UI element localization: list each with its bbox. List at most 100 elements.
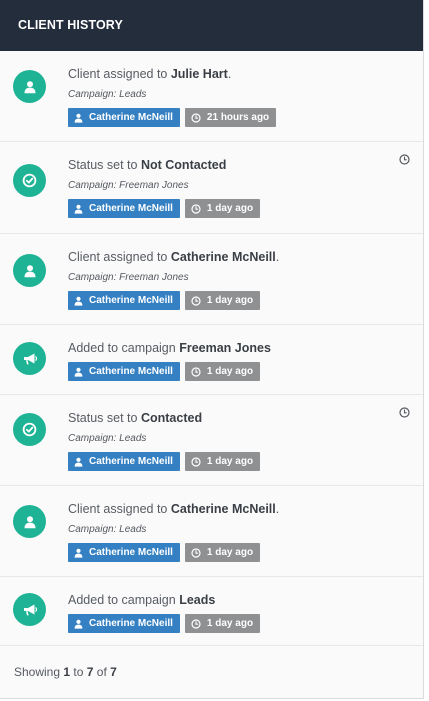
time-badge: 1 day ago xyxy=(184,362,261,381)
user-icon xyxy=(74,296,83,306)
time-badge: 1 day ago xyxy=(184,199,261,218)
history-item-title: Added to campaign Freeman Jones xyxy=(68,340,423,356)
history-item-title: Status set to Contacted xyxy=(68,410,423,426)
title-bold: Catherine McNeill xyxy=(170,502,276,516)
history-item: Client assigned to Catherine McNeill. Ca… xyxy=(0,486,423,577)
time-badge: 1 day ago xyxy=(184,543,261,562)
to-label: to xyxy=(70,665,87,679)
clock-icon xyxy=(191,112,201,123)
history-item-title: Client assigned to Catherine McNeill. xyxy=(68,501,423,517)
time-ago: 21 hours ago xyxy=(206,112,270,123)
user-name: Catherine McNeill xyxy=(89,295,173,306)
time-ago: 1 day ago xyxy=(206,203,254,214)
user-icon xyxy=(13,505,46,538)
history-item-title: Status set to Not Contacted xyxy=(68,157,423,173)
range-total: 7 xyxy=(110,665,117,679)
user-badge[interactable]: Catherine McNeill xyxy=(68,199,180,218)
megaphone-icon xyxy=(13,593,46,626)
title-suffix: . xyxy=(227,67,232,81)
title-bold: Leads xyxy=(179,593,216,607)
history-item: Client assigned to Julie Hart. Campaign:… xyxy=(0,51,423,142)
clock-icon xyxy=(191,618,201,629)
title-bold: Not Contacted xyxy=(140,158,227,172)
history-item-title: Client assigned to Julie Hart. xyxy=(68,66,423,82)
clock-icon[interactable] xyxy=(399,405,410,423)
title-prefix: Added to campaign xyxy=(68,341,180,355)
of-label: of xyxy=(93,665,111,679)
title-bold: Freeman Jones xyxy=(179,341,271,355)
user-badge[interactable]: Catherine McNeill xyxy=(68,362,180,381)
user-badge[interactable]: Catherine McNeill xyxy=(68,291,180,310)
user-badge[interactable]: Catherine McNeill xyxy=(68,108,180,127)
item-tags: Catherine McNeill 1 day ago xyxy=(68,614,423,633)
user-badge[interactable]: Catherine McNeill xyxy=(68,614,180,633)
time-ago: 1 day ago xyxy=(206,618,254,629)
time-badge: 21 hours ago xyxy=(184,108,277,127)
campaign-label: Campaign: Leads xyxy=(68,524,147,535)
title-bold: Contacted xyxy=(140,411,203,425)
title-prefix: Added to campaign xyxy=(68,593,180,607)
user-name: Catherine McNeill xyxy=(89,547,173,558)
item-tags: Catherine McNeill 1 day ago xyxy=(68,291,423,310)
title-prefix: Client assigned to xyxy=(68,502,171,516)
time-ago: 1 day ago xyxy=(206,456,254,467)
user-name: Catherine McNeill xyxy=(89,456,173,467)
user-icon xyxy=(74,367,83,377)
user-icon xyxy=(74,548,83,558)
history-item: Added to campaign Leads Catherine McNeil… xyxy=(0,577,423,646)
title-prefix: Client assigned to xyxy=(68,67,171,81)
check-circle-icon xyxy=(13,164,46,197)
user-icon xyxy=(74,113,83,123)
history-item-title: Added to campaign Leads xyxy=(68,592,423,608)
user-badge[interactable]: Catherine McNeill xyxy=(68,543,180,562)
time-badge: 1 day ago xyxy=(184,291,261,310)
user-name: Catherine McNeill xyxy=(89,112,173,123)
title-prefix: Client assigned to xyxy=(68,250,171,264)
clock-icon xyxy=(191,547,201,558)
time-ago: 1 day ago xyxy=(206,366,254,377)
time-badge: 1 day ago xyxy=(184,452,261,471)
campaign-label: Campaign: Freeman Jones xyxy=(68,272,189,283)
campaign-label: Campaign: Leads xyxy=(68,89,147,100)
user-badge[interactable]: Catherine McNeill xyxy=(68,452,180,471)
showing-label: Showing xyxy=(14,665,64,679)
history-item: Status set to Not Contacted Campaign: Fr… xyxy=(0,142,423,234)
history-item: Added to campaign Freeman Jones Catherin… xyxy=(0,325,423,395)
client-history-panel: CLIENT HISTORY Client assigned to Julie … xyxy=(0,0,424,699)
campaign-label: Campaign: Freeman Jones xyxy=(68,180,189,191)
title-suffix: . xyxy=(275,250,280,264)
clock-icon xyxy=(191,366,201,377)
item-tags: Catherine McNeill 1 day ago xyxy=(68,543,423,562)
history-item: Client assigned to Catherine McNeill. Ca… xyxy=(0,234,423,325)
item-tags: Catherine McNeill 21 hours ago xyxy=(68,108,423,127)
clock-icon xyxy=(191,456,201,467)
pagination-summary: Showing 1 to 7 of 7 xyxy=(14,665,117,679)
megaphone-icon xyxy=(13,342,46,375)
clock-icon xyxy=(191,203,201,214)
time-ago: 1 day ago xyxy=(206,547,254,558)
panel-title: CLIENT HISTORY xyxy=(0,0,423,51)
title-bold: Julie Hart xyxy=(170,67,228,81)
user-icon xyxy=(74,457,83,467)
user-icon xyxy=(74,619,83,629)
title-bold: Catherine McNeill xyxy=(170,250,276,264)
user-name: Catherine McNeill xyxy=(89,618,173,629)
user-icon xyxy=(74,204,83,214)
campaign-label: Campaign: Leads xyxy=(68,433,147,444)
item-tags: Catherine McNeill 1 day ago xyxy=(68,452,423,471)
clock-icon[interactable] xyxy=(399,152,410,170)
title-prefix: Status set to xyxy=(68,411,141,425)
user-icon xyxy=(13,70,46,103)
user-name: Catherine McNeill xyxy=(89,203,173,214)
check-circle-icon xyxy=(13,413,46,446)
history-list: Client assigned to Julie Hart. Campaign:… xyxy=(0,51,423,646)
time-badge: 1 day ago xyxy=(184,614,261,633)
user-icon xyxy=(13,254,46,287)
history-item: Status set to Contacted Campaign: Leads … xyxy=(0,395,423,486)
item-tags: Catherine McNeill 1 day ago xyxy=(68,362,423,381)
title-suffix: . xyxy=(275,502,280,516)
time-ago: 1 day ago xyxy=(206,295,254,306)
title-prefix: Status set to xyxy=(68,158,141,172)
item-tags: Catherine McNeill 1 day ago xyxy=(68,199,423,218)
history-item-title: Client assigned to Catherine McNeill. xyxy=(68,249,423,265)
